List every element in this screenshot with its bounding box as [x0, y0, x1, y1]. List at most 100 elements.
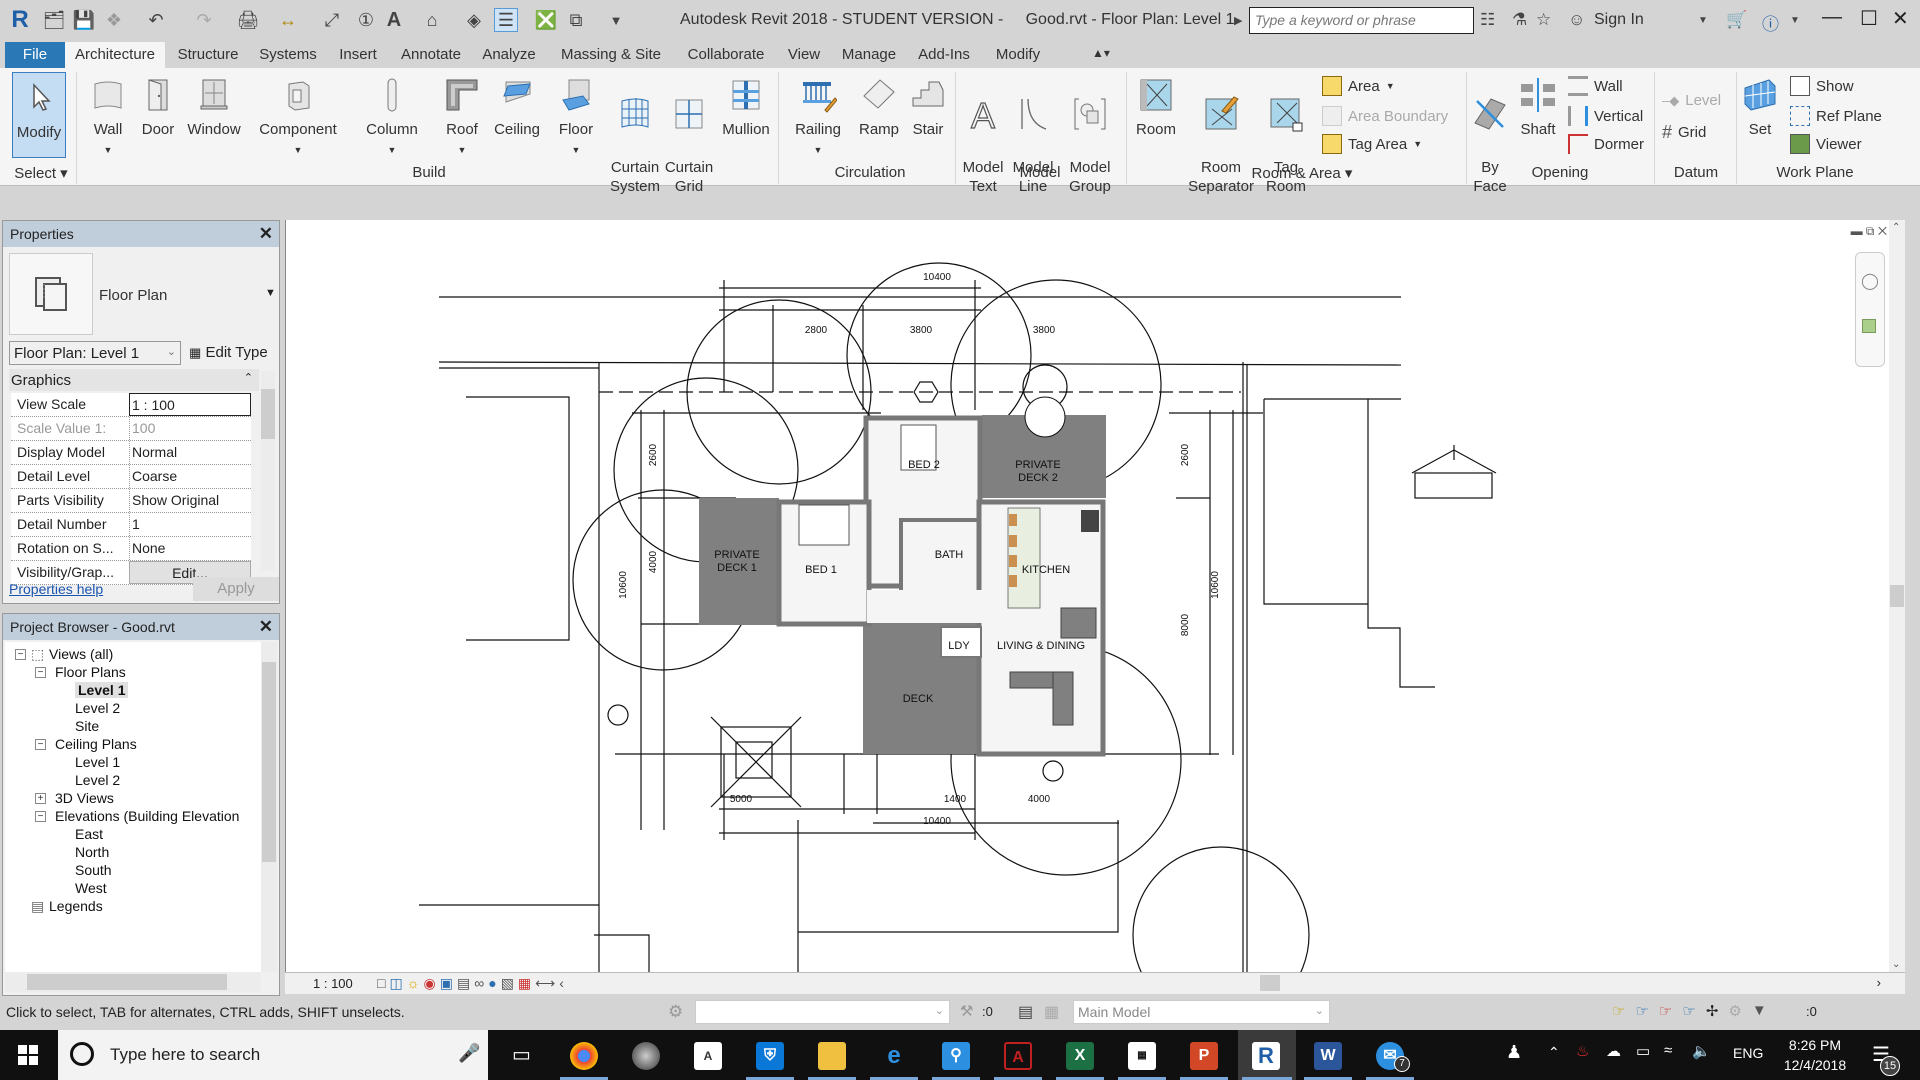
close-properties-icon[interactable]: ✕: [259, 224, 273, 244]
browser-h-scrollbar[interactable]: [5, 972, 261, 992]
view-minimize-icon[interactable]: ▬: [1851, 224, 1863, 238]
sign-in-dropdown-icon[interactable]: ▼: [1698, 15, 1708, 26]
collapse-node-icon[interactable]: −: [35, 739, 46, 750]
vertical-opening-button[interactable]: Vertical: [1568, 106, 1643, 126]
onedrive-icon[interactable]: ☁: [1606, 1042, 1621, 1060]
save-icon[interactable]: 💾: [72, 8, 96, 32]
tab-analyze[interactable]: Analyze: [480, 42, 538, 68]
design-option-select[interactable]: Main Model ⌄: [1073, 1000, 1330, 1024]
canvas-h-scrollbar-thumb[interactable]: [1260, 975, 1280, 991]
select-by-face-icon[interactable]: ☞: [1682, 1002, 1695, 1020]
tag-area-button[interactable]: Tag Area ▼: [1322, 134, 1422, 154]
tab-annotate[interactable]: Annotate: [398, 42, 464, 68]
apply-button[interactable]: Apply: [193, 577, 279, 601]
maximize-button[interactable]: ☐: [1860, 6, 1878, 31]
taskbar-search-box[interactable]: Type here to search 🎤: [58, 1030, 488, 1080]
start-button[interactable]: [18, 1045, 38, 1065]
tree-item[interactable]: 3D Views: [55, 790, 114, 806]
3d-view-icon[interactable]: ⌂: [420, 8, 444, 32]
edit-type-button[interactable]: ▦ Edit Type: [189, 344, 268, 361]
tree-item[interactable]: East: [75, 826, 103, 842]
temporary-view-properties-icon[interactable]: ▧: [501, 975, 514, 992]
property-value[interactable]: 1: [129, 513, 251, 536]
properties-help-link[interactable]: Properties help: [9, 581, 103, 597]
railing-button[interactable]: Railing ▼: [790, 76, 846, 160]
text-icon[interactable]: A: [382, 8, 406, 32]
collapse-section-icon[interactable]: ⌃: [244, 371, 253, 384]
tab-structure[interactable]: Structure: [175, 42, 241, 68]
stair-button[interactable]: Stair: [906, 76, 950, 139]
visual-style-icon[interactable]: ◫: [389, 975, 402, 992]
tray-app-icon[interactable]: ♨: [1576, 1042, 1589, 1060]
excel-taskbar-icon[interactable]: X: [1066, 1042, 1094, 1070]
wall-button[interactable]: Wall ▼: [84, 76, 132, 160]
window-button[interactable]: Window: [184, 76, 244, 139]
revit-logo-icon[interactable]: R: [8, 6, 32, 33]
graphics-section-header[interactable]: Graphics ⌃: [9, 369, 259, 391]
type-selector-dropdown-icon[interactable]: ▼: [265, 287, 276, 299]
tree-item[interactable]: Legends: [49, 898, 103, 914]
defender-taskbar-icon[interactable]: ⛨: [756, 1042, 784, 1070]
user-icon[interactable]: ☺: [1568, 10, 1585, 30]
tab-systems[interactable]: Systems: [258, 42, 318, 68]
collapse-node-icon[interactable]: −: [15, 649, 26, 660]
tree-item[interactable]: Ceiling Plans: [55, 736, 137, 752]
room-button[interactable]: Room: [1132, 76, 1180, 139]
properties-scrollbar[interactable]: [261, 371, 275, 571]
property-value[interactable]: None: [129, 537, 251, 560]
background-processes-icon[interactable]: ⚙: [1728, 1002, 1741, 1020]
ribbon-minimize-toggle-icon[interactable]: ▲▾: [1084, 42, 1118, 68]
close-hidden-windows-icon[interactable]: ❎: [534, 8, 558, 32]
measure-icon[interactable]: ↔: [276, 8, 300, 32]
expand-node-icon[interactable]: +: [35, 793, 46, 804]
help-icon[interactable]: ⓘ: [1762, 10, 1779, 35]
wall-opening-button[interactable]: Wall: [1568, 76, 1623, 96]
collapse-view-bar-icon[interactable]: ‹: [559, 975, 564, 992]
translator-taskbar-icon[interactable]: A: [694, 1042, 722, 1070]
filter-icon[interactable]: ▼: [1752, 1002, 1767, 1020]
component-button[interactable]: Component ▼: [256, 76, 340, 160]
zoom-region-icon[interactable]: [1862, 319, 1876, 333]
tab-file[interactable]: File: [5, 42, 65, 68]
align-dimension-icon[interactable]: ⤢: [320, 8, 344, 32]
show-hidden-icons[interactable]: ⌃: [1548, 1044, 1560, 1061]
tab-architecture[interactable]: Architecture: [65, 42, 165, 68]
open-icon[interactable]: 🗂: [42, 8, 66, 32]
tree-item[interactable]: Level 1: [75, 754, 120, 770]
detail-level-icon[interactable]: □: [377, 975, 385, 992]
customize-qat-icon[interactable]: ▼: [604, 8, 628, 32]
undo-icon[interactable]: ↶: [144, 8, 168, 32]
tree-item[interactable]: Elevations (Building Elevation: [55, 808, 239, 824]
property-value[interactable]: Normal: [129, 441, 251, 464]
print-icon[interactable]: 🖨: [236, 8, 260, 32]
design-options-icon[interactable]: ▤: [1018, 1002, 1033, 1022]
language-indicator[interactable]: ENG: [1733, 1045, 1763, 1061]
binoculars-icon[interactable]: ☷: [1480, 10, 1495, 30]
ramp-button[interactable]: Ramp: [856, 76, 902, 139]
floor-plan-drawing[interactable]: BED 2 PRIVATE DECK 2 PRIVATE DECK 1 BED 1 …: [286, 220, 1905, 972]
shaft-button[interactable]: Shaft: [1516, 76, 1560, 139]
close-project-browser-icon[interactable]: ✕: [259, 617, 273, 637]
viewer-button[interactable]: Viewer: [1790, 134, 1862, 154]
crop-view-icon[interactable]: ▣: [440, 975, 453, 992]
show-work-plane-button[interactable]: Show: [1790, 76, 1854, 96]
redo-icon[interactable]: ↷: [192, 8, 216, 32]
grid-button[interactable]: # Grid: [1662, 122, 1706, 143]
help-dropdown-icon[interactable]: ▼: [1790, 15, 1800, 26]
thin-lines-icon[interactable]: ☰: [494, 8, 518, 32]
subscription-icon[interactable]: ⚗: [1512, 10, 1527, 30]
door-button[interactable]: Door: [136, 76, 180, 139]
floor-button[interactable]: Floor ▼: [552, 76, 600, 160]
mullion-button[interactable]: Mullion: [718, 76, 774, 139]
select-links-icon[interactable]: ☞: [1612, 1002, 1625, 1020]
tree-item[interactable]: Site: [75, 718, 99, 734]
worksets-icon[interactable]: ⚙: [668, 1002, 683, 1022]
photos-taskbar-icon[interactable]: ⚲: [942, 1042, 970, 1070]
tree-item[interactable]: Level 1: [75, 682, 129, 698]
show-crop-region-icon[interactable]: ▤: [457, 975, 470, 992]
instance-filter-select[interactable]: Floor Plan: Level 1 ⌄: [9, 341, 181, 365]
workset-select[interactable]: ⌄: [695, 1000, 950, 1024]
tree-item[interactable]: Level 2: [75, 772, 120, 788]
view-scale-button[interactable]: 1 : 100: [313, 976, 353, 991]
view-close-icon[interactable]: ✕: [1878, 224, 1887, 238]
